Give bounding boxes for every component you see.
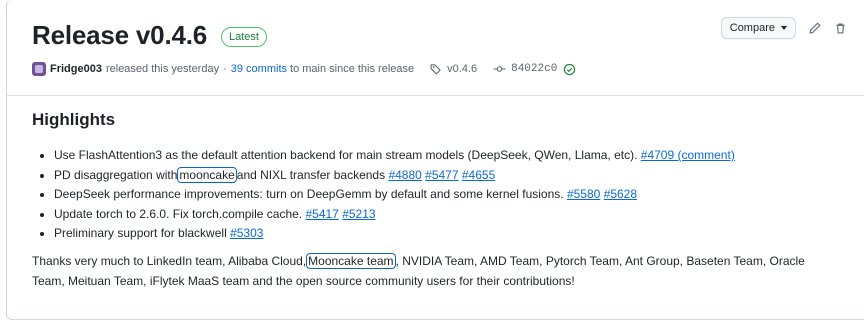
- list-item: Preliminary support for blackwell #5303: [54, 224, 735, 244]
- release-meta: Fridge003 released this yesterday · 39 c…: [32, 62, 576, 76]
- pr-link[interactable]: #4709 (comment): [641, 148, 735, 162]
- pr-link[interactable]: #5213: [342, 207, 375, 221]
- highlights-heading: Highlights: [32, 110, 116, 129]
- dot-separator: ·: [223, 63, 227, 75]
- trash-icon[interactable]: [832, 20, 848, 36]
- pr-link[interactable]: #5477: [425, 168, 458, 182]
- item-text: Use FlashAttention3 as the default atten…: [54, 148, 638, 162]
- release-header: Release v0.4.6 Latest: [32, 20, 267, 51]
- tag-icon: [430, 63, 442, 75]
- item-text: PD disaggregation with: [54, 167, 178, 182]
- released-text: released this yesterday: [105, 63, 220, 75]
- chevron-down-icon: [781, 26, 787, 30]
- verified-check-icon[interactable]: [563, 63, 576, 76]
- commits-suffix: to main since this release: [290, 63, 415, 75]
- author-link[interactable]: Fridge003: [50, 63, 102, 75]
- section-divider: [6, 95, 864, 96]
- pr-link[interactable]: #5303: [230, 226, 263, 240]
- latest-badge: Latest: [221, 26, 267, 47]
- highlighted-text: mooncake: [177, 166, 237, 183]
- edit-pencil-icon[interactable]: [806, 20, 822, 36]
- release-title: Release v0.4.6: [32, 20, 208, 50]
- release-toolbar: Compare: [720, 17, 848, 39]
- list-item: Use FlashAttention3 as the default atten…: [54, 146, 735, 166]
- compare-label: Compare: [729, 22, 775, 34]
- commit-icon: [493, 63, 506, 75]
- pr-link[interactable]: #5580: [567, 187, 600, 201]
- highlighted-text: Mooncake team: [306, 253, 396, 269]
- pr-link[interactable]: #4655: [462, 168, 495, 182]
- tag-link[interactable]: v0.4.6: [447, 63, 477, 75]
- commit-sha[interactable]: 84022c0: [511, 63, 557, 75]
- list-item: Update torch to 2.6.0. Fix torch.compile…: [54, 205, 735, 225]
- avatar[interactable]: [32, 62, 46, 76]
- pr-link[interactable]: #5417: [305, 207, 338, 221]
- item-text: DeepSeek performance improvements: turn …: [54, 187, 564, 201]
- commits-link[interactable]: 39 commits: [231, 63, 287, 75]
- item-text: and NIXL transfer backends: [236, 167, 386, 182]
- thanks-paragraph: Thanks very much to LinkedIn team, Aliba…: [32, 252, 832, 291]
- list-item: DeepSeek performance improvements: turn …: [54, 185, 735, 205]
- pr-link[interactable]: #4880: [388, 168, 421, 182]
- highlights-list: Use FlashAttention3 as the default atten…: [36, 146, 735, 244]
- pr-link[interactable]: #5628: [604, 187, 637, 201]
- list-item: PD disaggregation withmooncakeand NIXL t…: [54, 166, 735, 186]
- item-text: Update torch to 2.6.0. Fix torch.compile…: [54, 206, 303, 221]
- compare-button[interactable]: Compare: [720, 17, 796, 39]
- item-text: Preliminary support for blackwell: [54, 226, 227, 240]
- thanks-text: Thanks very much to LinkedIn team, Aliba…: [32, 254, 307, 268]
